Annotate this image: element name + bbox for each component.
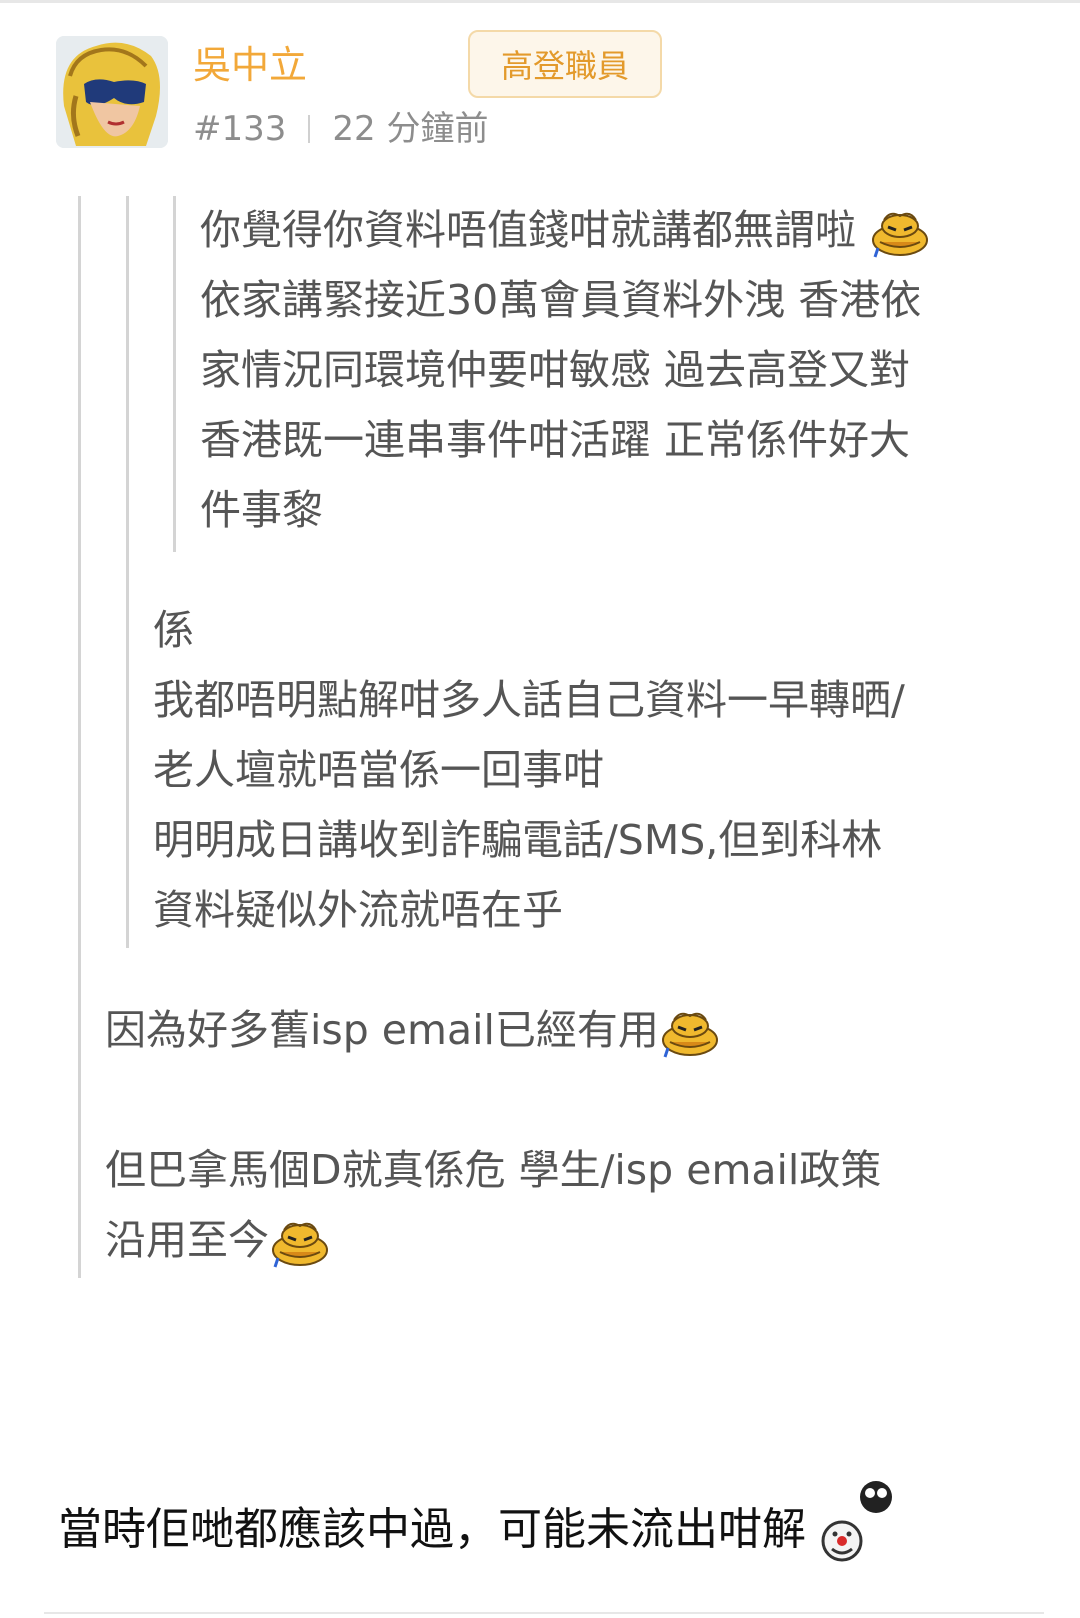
post-meta: #133 22 分鐘前 — [193, 107, 488, 151]
sunglasses-avatar-icon — [56, 36, 168, 148]
quote-line: 依家講緊接近30萬會員資料外洩 香港依 — [200, 276, 922, 324]
quote-line: 家情況同環境仲要咁敏感 過去高登又對 — [200, 346, 911, 394]
author-name[interactable]: 吳中立 — [193, 40, 307, 90]
top-divider — [0, 0, 1080, 3]
post-time: 22 分鐘前 — [332, 109, 489, 149]
quote-level-1-second: 但巴拿馬個D就真係危 學生/isp email政策 沿用至今 — [105, 1135, 881, 1275]
quote-line: 香港既一連串事件咁活躍 正常係件好大 — [200, 416, 911, 464]
quote-line: 件事黎 — [200, 486, 323, 534]
quote-level-1-first: 因為好多舊isp email已經有用 — [105, 995, 721, 1065]
post-number: #133 — [193, 109, 287, 149]
quote-level-2: 係 我都唔明點解咁多人話自己資料一早轉晒/ 老人壇就唔當係一回事咁 明明成日講收… — [153, 595, 905, 945]
quote-line: 但巴拿馬個D就真係危 學生/isp email政策 — [105, 1146, 882, 1194]
quote-line: 我都唔明點解咁多人話自己資料一早轉晒/ — [153, 676, 905, 724]
user-avatar[interactable] — [56, 36, 168, 148]
quote-line: 係 — [153, 606, 194, 654]
crying-bird-emoji-icon — [659, 1008, 721, 1058]
clown-emoji-icon — [821, 1481, 892, 1562]
quote-bar-level-1 — [78, 196, 81, 1278]
quote-line: 因為好多舊isp email已經有用 — [105, 995, 721, 1065]
staff-badge: 高登職員 — [468, 30, 662, 98]
meta-separator — [308, 115, 311, 143]
crying-bird-emoji-icon — [869, 208, 931, 258]
bottom-divider — [44, 1612, 1044, 1614]
quote-level-3: 你覺得你資料唔值錢咁就講都無謂啦 依家講緊接近30萬會員資料外洩 香港依 家情況… — [200, 195, 931, 545]
reply-text: 當時佢哋都應該中過，可能未流出咁解 — [58, 1475, 904, 1565]
quote-line: 明明成日講收到詐騙電話/SMS,但到科林 — [153, 816, 883, 864]
quote-bar-level-2 — [126, 196, 129, 948]
quote-line: 老人壇就唔當係一回事咁 — [153, 746, 604, 794]
quote-line: 你覺得你資料唔值錢咁就講都無謂啦 — [200, 195, 931, 265]
crying-bird-emoji-icon — [269, 1218, 331, 1268]
quote-line: 資料疑似外流就唔在乎 — [153, 886, 563, 934]
quote-bar-level-3 — [173, 196, 176, 552]
quote-line: 沿用至今 — [105, 1205, 881, 1275]
